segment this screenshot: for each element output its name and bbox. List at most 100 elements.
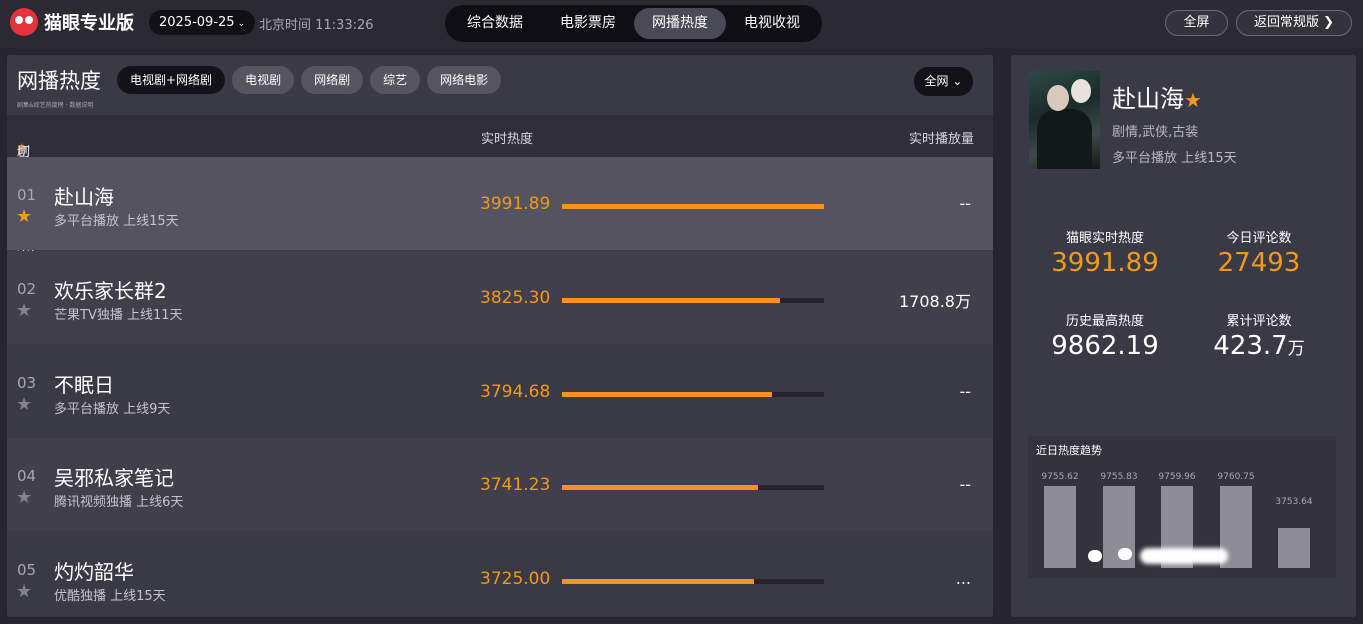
total-comments-number: 423.7 xyxy=(1213,331,1288,361)
trend-value-label: 9755.62 xyxy=(1041,472,1079,482)
heat-bar-fill xyxy=(562,579,754,584)
table-header: 剧集(点击 ★ 切换右侧展示) 实时热度 实时播放量 xyxy=(7,115,993,255)
heat-bar xyxy=(562,298,824,303)
show-title-text: 赴山海 xyxy=(1112,85,1184,113)
heat-bar xyxy=(562,579,824,584)
filter-variety[interactable]: 综艺 xyxy=(370,66,421,94)
row-rank: 02 xyxy=(17,280,37,298)
heat-bar-fill xyxy=(562,298,780,303)
show-title: 赴山海★ xyxy=(1112,79,1202,114)
row-title: 吴邪私家笔记 xyxy=(54,466,174,490)
col-play-header: 实时播放量 xyxy=(908,132,974,147)
total-comments-value: 423.7万 xyxy=(1179,331,1339,361)
poster-image xyxy=(1029,71,1100,169)
trend-date-redacted xyxy=(1088,550,1102,562)
max-heat-value: 9862.19 xyxy=(1051,331,1159,361)
row-play-count: -- xyxy=(959,194,971,213)
row-play-count: -- xyxy=(959,475,971,494)
realtime-heat-value: 3991.89 xyxy=(1051,248,1159,278)
row-meta: 优酷独播 上线15天 xyxy=(54,589,166,604)
today-comments-label: 今日评论数 xyxy=(1226,231,1292,246)
trend-title: 近日热度趋势 xyxy=(1036,444,1102,457)
total-comments-label: 累计评论数 xyxy=(1226,314,1292,329)
row-heat: 3991.89 xyxy=(480,194,551,214)
heat-bar xyxy=(562,485,824,490)
filter-web-series[interactable]: 网络剧 xyxy=(301,66,364,94)
total-comments-unit: 万 xyxy=(1287,339,1305,359)
row-meta: 腾讯视频独播 上线6天 xyxy=(54,495,184,510)
today-comments-value: 27493 xyxy=(1217,248,1301,278)
top-bar: 猫眼专业版 2025-09-25 ⌄ 北京时间 11:33:26 综合数据 电影票… xyxy=(0,0,1363,48)
region-dropdown[interactable]: 全网 ⌄ xyxy=(914,67,973,96)
heat-bar-fill xyxy=(562,204,824,209)
table-row[interactable]: 01 ★ 赴山海 多平台播放 上线15天 3991.89 -- xyxy=(7,157,993,250)
heat-bar-fill xyxy=(562,485,758,490)
ranking-panel: 网播热度 剧集&综艺热度榜 · 数据说明 电视剧+网络剧 电视剧 网络剧 综艺 … xyxy=(7,55,993,617)
trend-bar xyxy=(1278,528,1310,568)
show-genre: 剧情,武侠,古装 xyxy=(1112,125,1199,140)
star-icon: ★ xyxy=(1184,88,1202,112)
row-heat: 3741.23 xyxy=(480,475,551,495)
tab-box-office[interactable]: 电影票房 xyxy=(542,8,634,39)
tab-overview[interactable]: 综合数据 xyxy=(448,8,542,39)
row-rank: 05 xyxy=(17,561,37,579)
row-play-count: ... xyxy=(955,569,971,588)
max-heat-label: 历史最高热度 xyxy=(1065,314,1144,329)
row-title: 欢乐家长群2 xyxy=(54,279,167,303)
row-meta: 多平台播放 上线9天 xyxy=(54,402,171,417)
row-heat: 3825.30 xyxy=(480,288,551,308)
trend-bar xyxy=(1044,486,1076,568)
chevron-down-icon: ⌄ xyxy=(952,74,963,88)
region-value: 全网 xyxy=(924,74,949,88)
table-row[interactable]: 05 ★ 灼灼韶华 优酷独播 上线15天 3725.00 ... xyxy=(7,532,993,617)
filter-tv-and-web[interactable]: 电视剧+网络剧 xyxy=(117,66,226,94)
tab-tv-ratings[interactable]: 电视收视 xyxy=(726,8,818,39)
row-meta: 芒果TV独播 上线11天 xyxy=(54,308,183,323)
beijing-clock: 北京时间 11:33:26 xyxy=(259,18,374,33)
star-icon[interactable]: ★ xyxy=(16,487,32,508)
trend-value-label: 3753.64 xyxy=(1275,497,1313,507)
star-icon[interactable]: ★ xyxy=(16,581,32,602)
poster-figure xyxy=(1037,109,1092,169)
row-play-count: -- xyxy=(959,382,971,401)
star-icon[interactable]: ★ xyxy=(16,394,32,415)
row-heat: 3725.00 xyxy=(480,569,551,589)
heat-bar xyxy=(562,392,824,397)
table-row[interactable]: 03 ★ 不眠日 多平台播放 上线9天 3794.68 -- xyxy=(7,345,993,438)
page-title: 网播热度 xyxy=(17,69,101,93)
poster-face-right xyxy=(1071,79,1091,103)
category-filters: 电视剧+网络剧 电视剧 网络剧 综艺 网络电影 xyxy=(117,66,502,94)
filter-tv[interactable]: 电视剧 xyxy=(232,66,295,94)
trend-date-redacted xyxy=(1140,548,1228,564)
row-play-count: 1708.8万 xyxy=(899,292,971,311)
cat-logo-icon xyxy=(10,8,38,36)
row-rank: 04 xyxy=(17,467,37,485)
table-row[interactable]: 02 ★ 欢乐家长群2 芒果TV独播 上线11天 3825.30 1708.8万 xyxy=(7,251,993,344)
date-picker[interactable]: 2025-09-25 ⌄ xyxy=(149,10,256,35)
star-icon[interactable]: ★ xyxy=(16,206,32,227)
row-rank: 01 xyxy=(17,186,37,204)
trend-date-redacted xyxy=(1118,548,1132,560)
back-to-regular-button[interactable]: 返回常规版 ❯ xyxy=(1236,10,1352,36)
heat-trend-chart: 近日热度趋势 9755.62 9755.83 9759.96 9760.75 3… xyxy=(1028,436,1336,578)
table-row[interactable]: 04 ★ 吴邪私家笔记 腾讯视频独播 上线6天 3741.23 -- xyxy=(7,438,993,531)
row-meta: 多平台播放 上线15天 xyxy=(54,214,179,229)
tab-web-heat[interactable]: 网播热度 xyxy=(634,8,726,39)
filter-web-movie[interactable]: 网络电影 xyxy=(427,66,502,94)
row-heat: 3794.68 xyxy=(480,382,551,402)
star-icon[interactable]: ★ xyxy=(16,300,32,321)
realtime-heat-label: 猫眼实时热度 xyxy=(1065,231,1144,246)
app-logo[interactable]: 猫眼专业版 xyxy=(10,8,134,36)
trend-value-label: 9755.83 xyxy=(1100,472,1138,482)
chevron-down-icon: ⌄ xyxy=(237,19,246,29)
page-subtitle[interactable]: 剧集&综艺热度榜 · 数据说明 xyxy=(17,100,93,109)
trend-value-label: 9759.96 xyxy=(1158,472,1196,482)
show-meta: 多平台播放 上线15天 xyxy=(1112,151,1237,166)
poster-face-left xyxy=(1047,85,1069,111)
heat-bar-fill xyxy=(562,392,772,397)
date-value: 2025-09-25 xyxy=(159,15,235,30)
row-rank: 03 xyxy=(17,374,37,392)
fullscreen-button[interactable]: 全屏 xyxy=(1165,10,1228,36)
main-nav: 综合数据 电影票房 网播热度 电视收视 xyxy=(445,5,822,42)
row-title: 赴山海 xyxy=(54,185,114,209)
